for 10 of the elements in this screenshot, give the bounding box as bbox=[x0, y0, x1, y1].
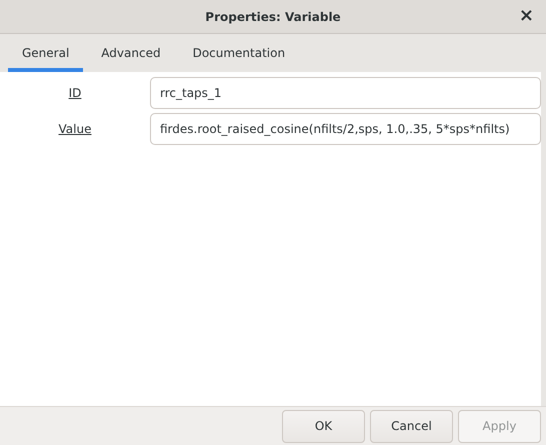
field-label: ID bbox=[68, 86, 82, 100]
field-label: Value bbox=[58, 122, 92, 136]
dialog-button[interactable]: OK bbox=[282, 410, 365, 442]
close-button[interactable]: × bbox=[514, 7, 538, 25]
input-field[interactable]: firdes.root_raised_cosine(nfilts/2,sps, 1.0,.35, 5*sps*nfilts) bbox=[150, 113, 541, 145]
input-field[interactable]: rrc_taps_1 bbox=[150, 77, 541, 109]
window-title: Properties: Variable bbox=[205, 10, 341, 24]
tab[interactable]: Documentation bbox=[178, 34, 300, 72]
dialog-button[interactable]: Cancel bbox=[370, 410, 453, 442]
tab[interactable]: Advanced bbox=[87, 34, 175, 72]
